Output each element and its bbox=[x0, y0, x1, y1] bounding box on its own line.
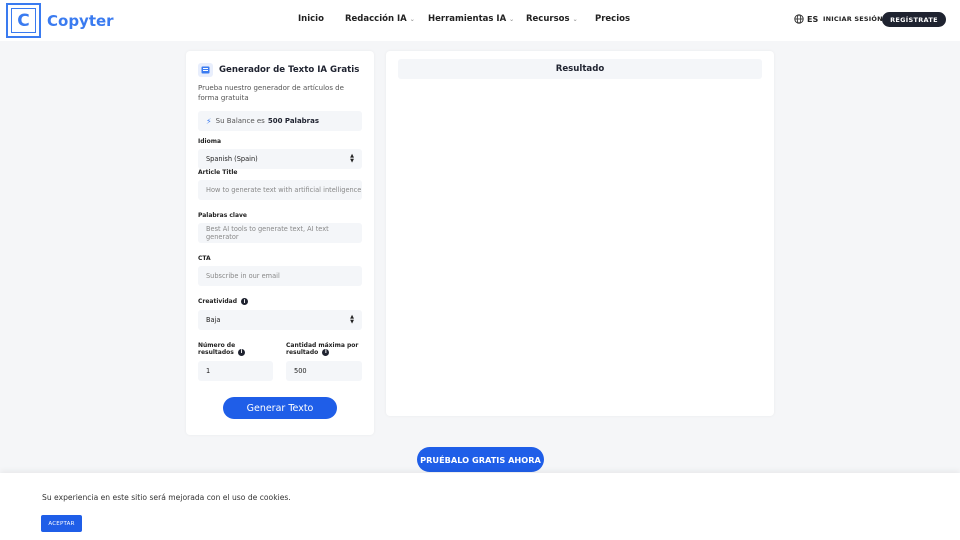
info-icon[interactable]: i bbox=[237, 349, 245, 356]
language-select[interactable]: Spanish (Spain) ▲ ▼ bbox=[198, 149, 362, 169]
balance-info: ⚡︎ Su Balance es 500 Palabras bbox=[198, 111, 362, 131]
chevron-down-icon: ⌄ bbox=[509, 15, 515, 23]
results-count-label: Número de resultados i bbox=[198, 342, 273, 356]
result-panel: Resultado bbox=[386, 51, 774, 416]
chevron-down-icon: ⌄ bbox=[409, 15, 415, 23]
keywords-label: Palabras clave bbox=[198, 212, 247, 219]
cookie-banner: Su experiencia en este sitio será mejora… bbox=[0, 473, 960, 540]
max-per-result-input[interactable]: 500 bbox=[286, 361, 362, 381]
logo-letter: C bbox=[17, 10, 30, 31]
login-link[interactable]: INICIAR SESIÓN bbox=[823, 15, 883, 23]
select-arrows-icon: ▲ ▼ bbox=[350, 314, 354, 325]
results-count-input[interactable]: 1 bbox=[198, 361, 273, 381]
generate-text-button[interactable]: Generar Texto bbox=[223, 397, 337, 419]
max-per-result-label: Cantidad máxima por resultado i bbox=[286, 342, 359, 356]
nav-item-recursos[interactable]: Recursos ⌄ bbox=[526, 14, 578, 24]
form-title: Generador de Texto IA Gratis bbox=[219, 65, 360, 75]
nav-item-redaccion-ia[interactable]: Redacción IA ⌄ bbox=[345, 14, 415, 24]
info-icon[interactable]: i bbox=[322, 349, 330, 356]
language-label: Idioma bbox=[198, 138, 222, 145]
try-free-button[interactable]: PRUÉBALO GRATIS AHORA bbox=[417, 447, 544, 472]
select-arrows-icon: ▲ ▼ bbox=[350, 153, 354, 164]
nav-item-inicio[interactable]: Inicio bbox=[298, 14, 324, 24]
chevron-down-icon: ⌄ bbox=[572, 15, 578, 23]
top-header: C Copyter Inicio Redacción IA ⌄ Herramie… bbox=[0, 0, 960, 41]
balance-value: 500 Palabras bbox=[267, 117, 320, 125]
document-icon bbox=[198, 63, 213, 77]
cta-input[interactable]: Subscribe in our email bbox=[198, 266, 362, 286]
language-code: ES bbox=[807, 14, 819, 24]
signup-button[interactable]: REGÍSTRATE bbox=[882, 12, 946, 27]
form-description: Prueba nuestro generador de artículos de… bbox=[198, 84, 344, 102]
creativity-select[interactable]: Baja ▲ ▼ bbox=[198, 310, 362, 330]
cookie-message: Su experiencia en este sitio será mejora… bbox=[42, 493, 291, 502]
nav-item-herramientas-ia[interactable]: Herramientas IA ⌄ bbox=[428, 14, 514, 24]
info-icon[interactable]: i bbox=[241, 298, 249, 305]
nav-item-precios[interactable]: Precios bbox=[595, 14, 630, 24]
creativity-label: Creatividad i bbox=[198, 298, 249, 305]
result-title: Resultado bbox=[398, 59, 762, 79]
article-title-input[interactable]: How to generate text with artificial int… bbox=[198, 180, 362, 200]
globe-icon bbox=[794, 14, 804, 24]
language-selector[interactable]: ES bbox=[794, 14, 818, 24]
cta-label: CTA bbox=[198, 255, 211, 262]
keywords-input[interactable]: Best AI tools to generate text, AI text … bbox=[198, 223, 362, 243]
logo[interactable]: C Copyter bbox=[6, 3, 114, 38]
article-title-label: Article Title bbox=[198, 169, 238, 176]
accept-cookies-button[interactable]: ACEPTAR bbox=[41, 515, 82, 532]
text-generator-form: Generador de Texto IA Gratis Prueba nues… bbox=[186, 51, 374, 435]
logo-text: Copyter bbox=[47, 11, 114, 30]
lightning-icon: ⚡︎ bbox=[206, 116, 212, 126]
logo-mark: C bbox=[6, 3, 41, 38]
